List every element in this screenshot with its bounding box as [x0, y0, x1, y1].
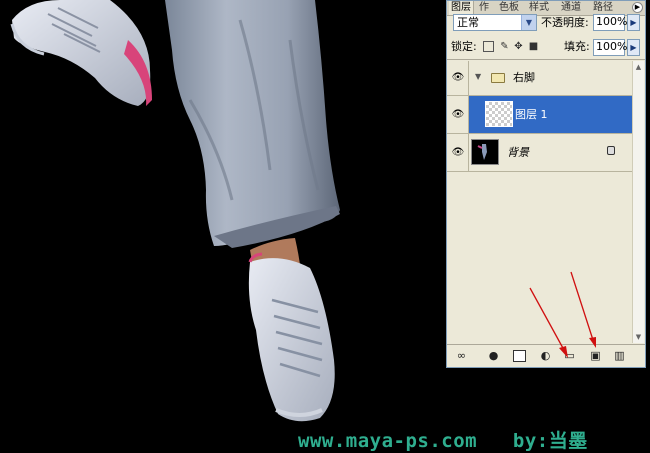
fill-slider-button[interactable]: ▶ — [627, 39, 640, 56]
blend-mode-select[interactable]: 正常 ▼ — [453, 14, 537, 31]
lock-transparency-icon[interactable] — [483, 41, 494, 52]
panel-menu-icon[interactable]: ▶ — [632, 2, 643, 13]
canvas-document: 图层 作 色板 样式 通道 路径 ▶ 正常 ▼ 不透明度: 100% ▶ 锁定:… — [0, 0, 650, 453]
watermark-author: by:当墨 — [512, 430, 588, 452]
blend-opacity-row: 正常 ▼ 不透明度: 100% ▶ — [451, 14, 640, 34]
expand-triangle-icon[interactable]: ▼ — [475, 72, 481, 81]
opacity-input[interactable]: 100% — [593, 14, 627, 31]
tab-channels[interactable]: 通道 — [559, 1, 583, 15]
scroll-down-icon[interactable]: ▼ — [633, 331, 644, 343]
fill-label: 填充: — [564, 40, 590, 53]
eye-icon[interactable]: 👁 — [451, 148, 465, 158]
tab-styles[interactable]: 样式 — [527, 1, 551, 15]
background-thumbnail — [471, 139, 499, 165]
layer-row-selected[interactable]: 👁 图层 1 — [447, 96, 633, 134]
lock-icon — [607, 146, 615, 155]
lock-all-icon[interactable]: ■ — [528, 41, 539, 52]
chevron-down-icon[interactable]: ▼ — [521, 15, 536, 30]
layer-thumbnail — [485, 101, 513, 127]
watermark-url: www.maya-ps.com — [298, 430, 478, 452]
opacity-label: 不透明度: — [541, 16, 589, 29]
lock-pixels-brush-icon[interactable]: ✎ — [499, 41, 510, 52]
tab-swatches[interactable]: 色板 — [497, 1, 521, 15]
divider — [447, 59, 645, 60]
folder-icon — [491, 73, 505, 83]
layer-name: 右脚 — [513, 71, 535, 84]
blend-mode-value: 正常 — [457, 16, 479, 29]
tab-actions[interactable]: 作 — [477, 1, 491, 15]
annotation-arrows — [529, 271, 596, 358]
lock-position-move-icon[interactable]: ✥ — [513, 41, 524, 52]
layer-name: 图层 1 — [515, 108, 548, 121]
layers-scrollbar[interactable]: ▲ ▼ — [632, 61, 644, 343]
layer-row-background[interactable]: 👁 背景 — [447, 134, 633, 172]
layer-name: 背景 — [507, 146, 529, 159]
eye-icon[interactable]: 👁 — [451, 73, 465, 83]
link-layers-icon[interactable]: ∞ — [455, 350, 468, 362]
eye-icon[interactable]: 👁 — [451, 110, 465, 120]
opacity-slider-button[interactable]: ▶ — [627, 14, 640, 31]
scroll-up-icon[interactable]: ▲ — [633, 61, 644, 73]
fill-input[interactable]: 100% — [593, 39, 627, 56]
watermark: www.maya-ps.com by:当墨 — [298, 426, 588, 453]
trash-icon[interactable]: ▥ — [613, 350, 626, 362]
layer-row-group[interactable]: 👁 ▼ 右脚 — [447, 61, 633, 96]
tab-paths[interactable]: 路径 — [591, 1, 615, 15]
tab-layers[interactable]: 图层 — [449, 1, 474, 15]
layer-style-fx-icon[interactable]: ● — [487, 350, 500, 362]
lock-fill-row: 锁定: ✎ ✥ ■ 填充: 100% ▶ — [451, 39, 640, 57]
lock-label: 锁定: — [451, 40, 477, 53]
